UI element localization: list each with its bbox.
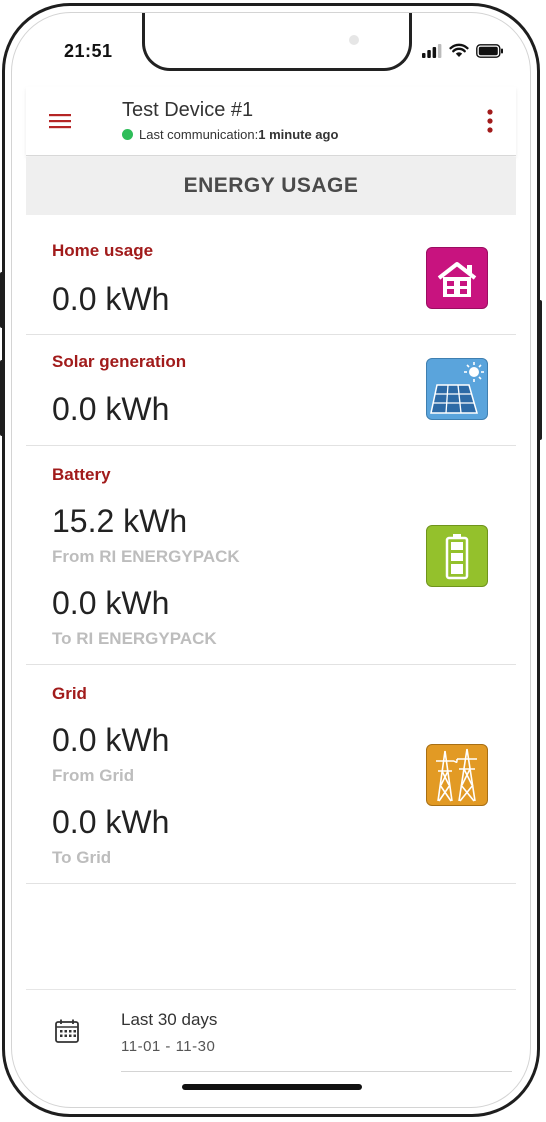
last-communication: Last communication: 1 minute ago: [122, 127, 338, 142]
card-solar-generation[interactable]: Solar generation 0.0 kWh: [26, 335, 516, 446]
house-icon: [426, 247, 488, 309]
wifi-icon: [449, 43, 469, 57]
solar-generation-value: 0.0 kWh: [52, 391, 170, 427]
comm-value: 1 minute ago: [258, 127, 339, 142]
battery-from-label: From RI ENERGYPACK: [52, 547, 240, 566]
grid-to-value: 0.0 kWh: [52, 804, 170, 840]
card-home-usage[interactable]: Home usage 0.0 kWh: [26, 215, 516, 335]
phone-screen: 21:51 Test Device #1 Last communication:…: [11, 12, 531, 1108]
section-title: ENERGY USAGE: [26, 157, 516, 215]
phone-frame: 21:51 Test Device #1 Last communication:…: [2, 3, 540, 1117]
battery-title: Battery: [52, 465, 111, 484]
status-time: 21:51: [64, 41, 113, 61]
notch: [142, 13, 412, 71]
online-status-dot: [122, 129, 133, 140]
status-icons: [422, 43, 504, 58]
battery-from-value: 15.2 kWh: [52, 503, 188, 539]
device-title: Test Device #1: [122, 99, 254, 121]
hamburger-menu-button[interactable]: [44, 105, 76, 137]
home-usage-value: 0.0 kWh: [52, 281, 170, 317]
status-bar: 21:51: [12, 13, 530, 87]
grid-title: Grid: [52, 684, 87, 703]
more-vertical-icon: [487, 109, 493, 133]
signal-icon: [422, 43, 442, 58]
solar-generation-title: Solar generation: [52, 352, 187, 371]
footer-divider: [121, 1071, 512, 1072]
home-usage-title: Home usage: [52, 241, 154, 260]
battery-to-value: 0.0 kWh: [52, 585, 170, 621]
battery-to-label: To RI ENERGYPACK: [52, 629, 217, 648]
date-range-footer[interactable]: Last 30 days 11-01 - 11-30: [26, 989, 516, 1074]
grid-from-value: 0.0 kWh: [52, 722, 170, 758]
more-options-button[interactable]: [478, 105, 502, 137]
card-grid[interactable]: Grid 0.0 kWh From Grid 0.0 kWh To Grid: [26, 665, 516, 884]
card-battery[interactable]: Battery 15.2 kWh From RI ENERGYPACK 0.0 …: [26, 446, 516, 665]
power-pylon-icon: [426, 744, 488, 806]
battery-status-icon: [476, 43, 503, 58]
date-range-label: Last 30 days: [121, 1010, 218, 1029]
app-bar: Test Device #1 Last communication: 1 min…: [26, 87, 516, 156]
hamburger-icon: [49, 114, 71, 129]
battery-icon: [426, 525, 488, 587]
grid-to-label: To Grid: [52, 848, 112, 867]
calendar-icon: [55, 1019, 79, 1043]
grid-from-label: From Grid: [52, 766, 135, 785]
comm-label: Last communication:: [139, 127, 259, 142]
camera-dot: [349, 35, 359, 45]
solar-panel-icon: [426, 358, 488, 420]
home-indicator[interactable]: [182, 1084, 362, 1090]
date-range-dates: 11-01 - 11-30: [121, 1038, 216, 1055]
